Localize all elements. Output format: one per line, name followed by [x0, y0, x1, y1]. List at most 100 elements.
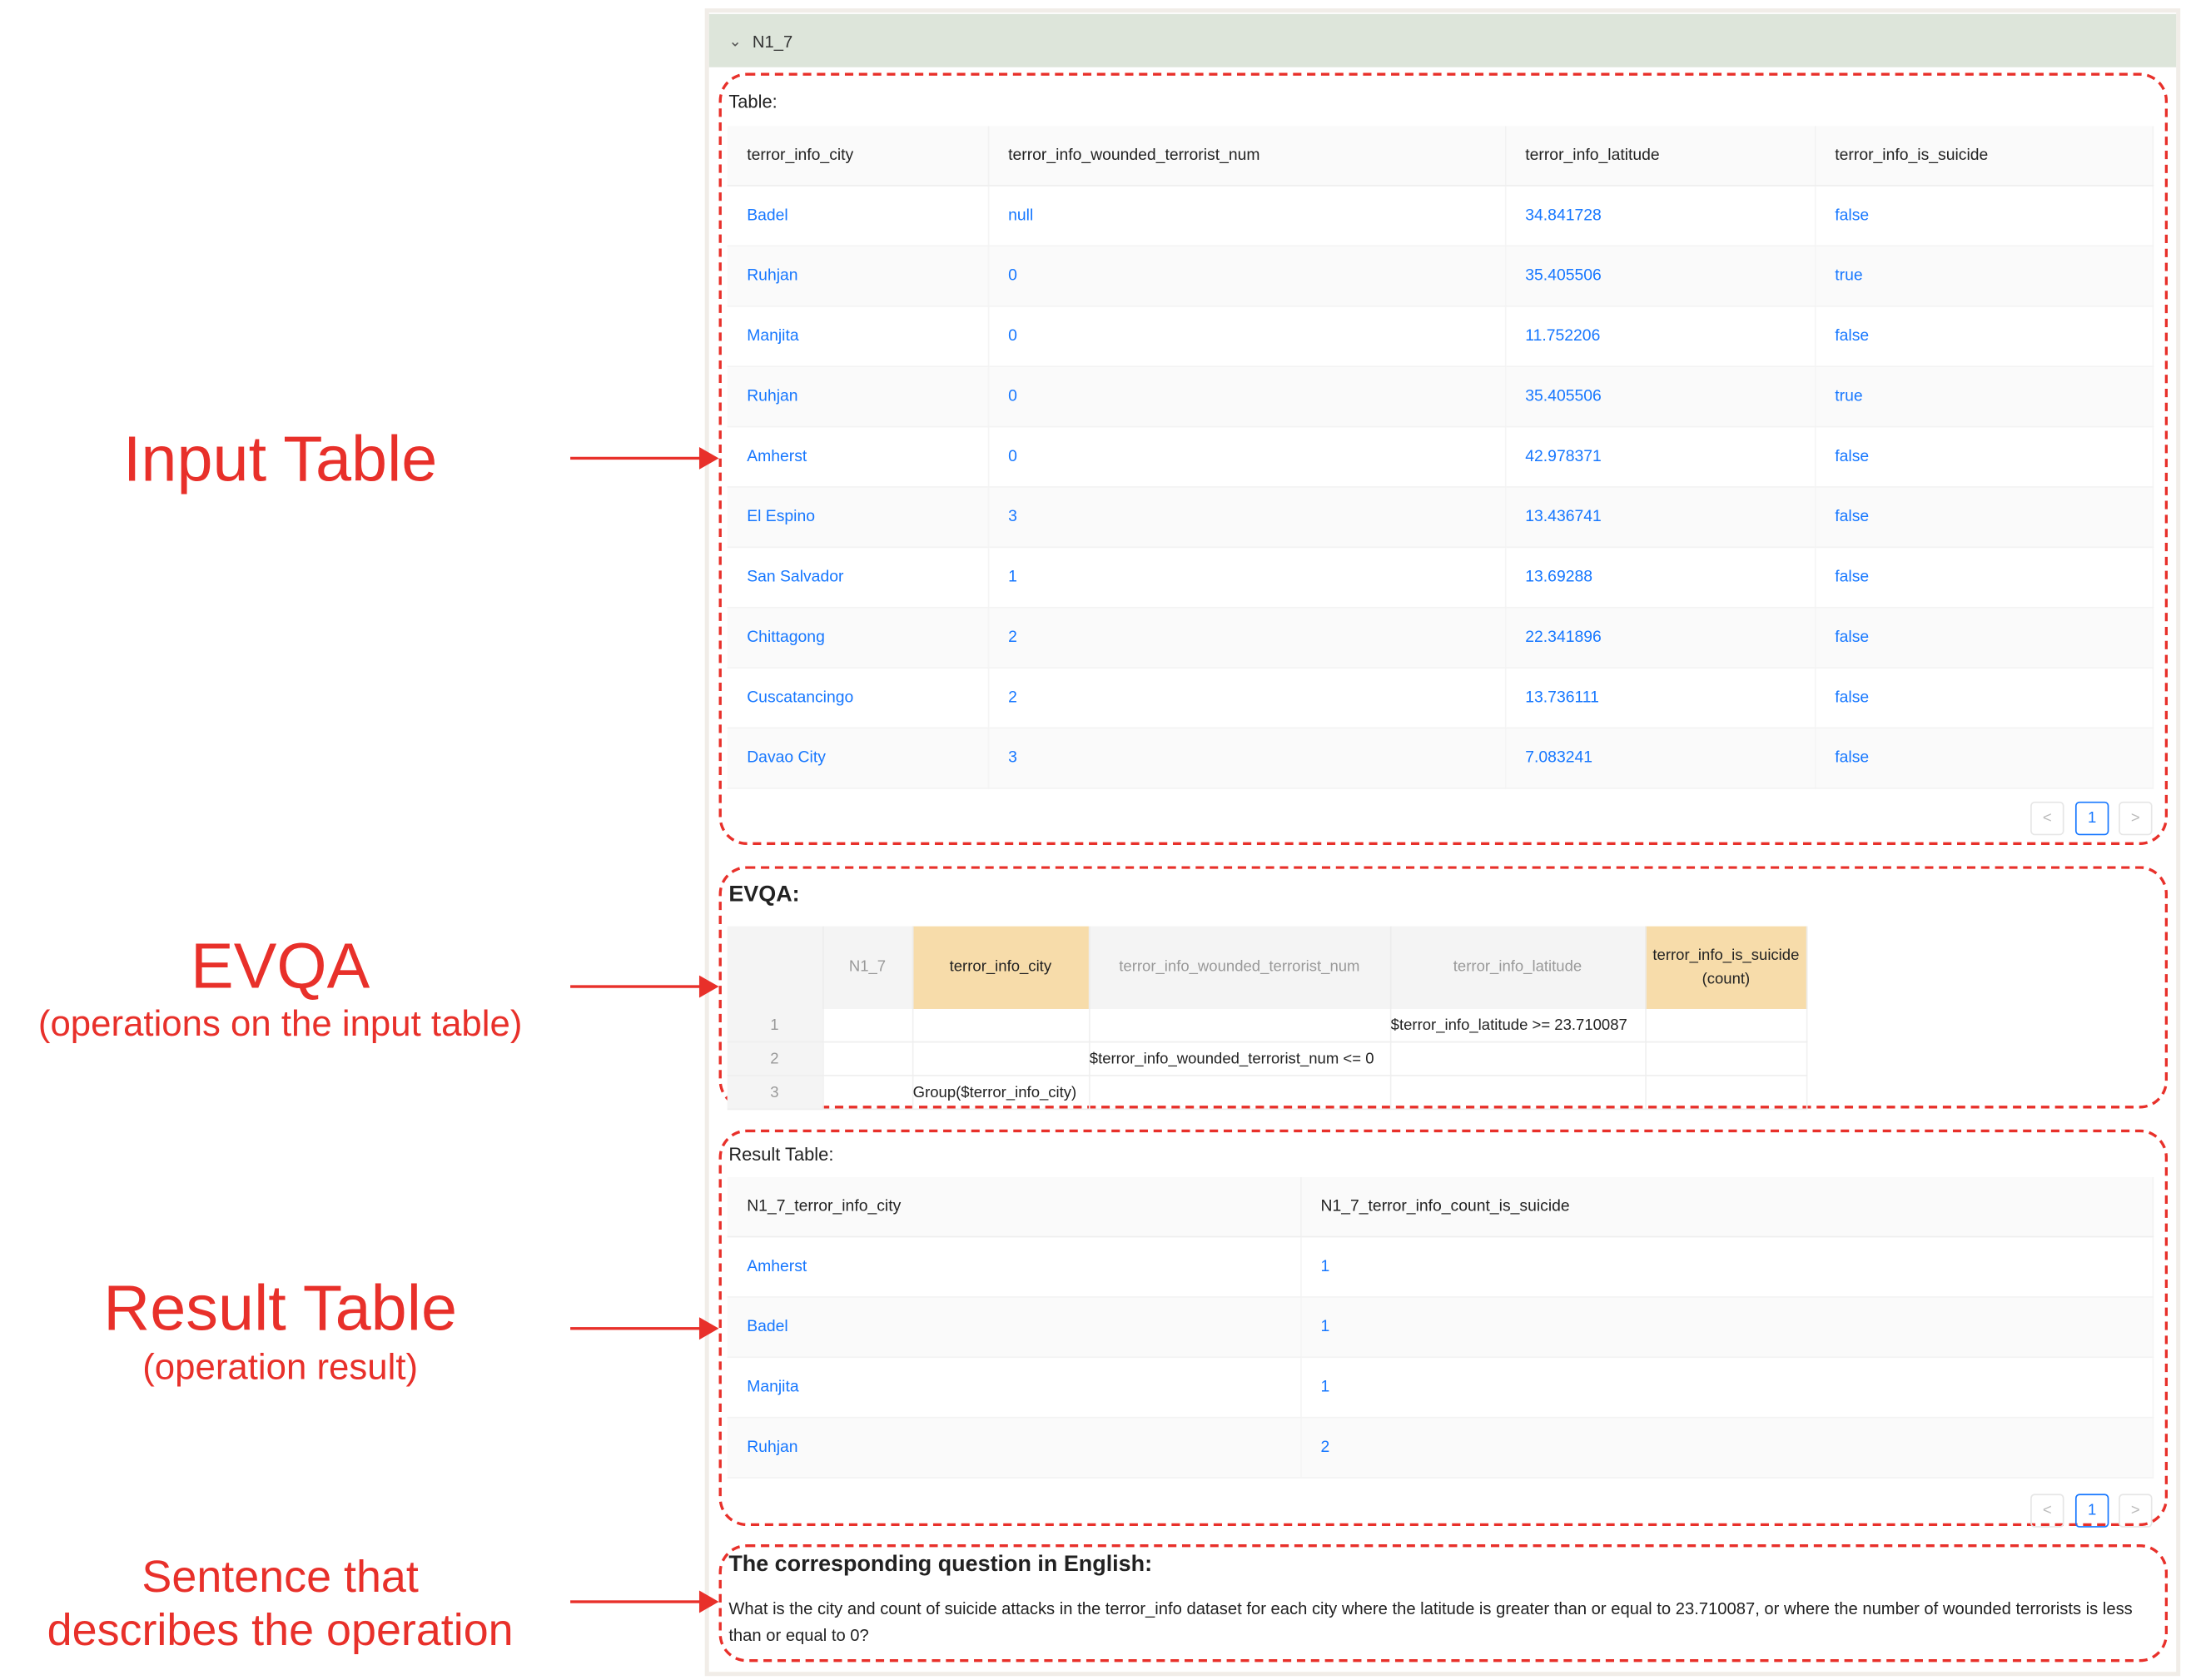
- annotation-input-table: Input Table: [122, 421, 438, 495]
- table-cell: Manjita: [727, 1357, 1301, 1419]
- table-row: 1 $terror_info_latitude >= 23.710087: [727, 1008, 1808, 1043]
- table-row: Davao City 3 7.083241 false: [727, 728, 2154, 789]
- table-cell: [1645, 1008, 1808, 1043]
- table-row: Ruhjan 0 35.405506 true: [727, 366, 2154, 428]
- table-cell: [822, 1008, 913, 1043]
- column-header: terror_info_latitude: [1389, 926, 1647, 1009]
- table-cell: 7.083241: [1504, 728, 1816, 789]
- table-row: 2 $terror_info_wounded_terrorist_num <= 0: [727, 1041, 1808, 1076]
- table-row: Manjita 1: [727, 1357, 2154, 1419]
- table-cell: [1389, 1075, 1647, 1111]
- annotation-sentence-2: describes the operation: [47, 1604, 514, 1655]
- result-table: N1_7_terror_info_city N1_7_terror_info_co…: [727, 1176, 2154, 1479]
- page-1-button[interactable]: 1: [2074, 801, 2109, 836]
- table-cell: Manjita: [727, 306, 989, 368]
- table-cell: false: [1814, 186, 2154, 247]
- table-cell: 0: [987, 306, 1506, 368]
- annotation-evqa-sub: (operations on the input table): [37, 1002, 523, 1045]
- table-cell: [1088, 1075, 1391, 1111]
- table-cell: 3: [727, 1075, 823, 1111]
- table-cell: [912, 1008, 1090, 1043]
- next-page-button[interactable]: >: [2119, 1494, 2153, 1528]
- result-table-label: Result Table:: [728, 1143, 834, 1165]
- input-table: terror_info_city terror_info_wounded_terr…: [727, 126, 2154, 789]
- table-cell: $terror_info_wounded_terrorist_num <= 0: [1088, 1041, 1391, 1076]
- prev-page-button[interactable]: <: [2030, 801, 2064, 836]
- question-label: The corresponding question in English:: [728, 1553, 1153, 1577]
- annotation-result-sub: (operation result): [142, 1344, 419, 1388]
- evqa-label: EVQA:: [728, 882, 800, 907]
- table-cell: 34.841728: [1504, 186, 1816, 247]
- table-cell: Chittagong: [727, 607, 989, 669]
- table-cell: 2: [987, 668, 1506, 729]
- table-cell: 11.752206: [1504, 306, 1816, 368]
- table-cell: 1: [727, 1008, 823, 1043]
- table-cell: 1: [1300, 1357, 2154, 1419]
- table-cell: 0: [987, 366, 1506, 428]
- table-cell: 13.69288: [1504, 547, 1816, 609]
- annotation-result-table: Result Table: [103, 1270, 458, 1344]
- table-cell: 22.341896: [1504, 607, 1816, 669]
- table-row: Ruhjan 0 35.405506 true: [727, 246, 2154, 307]
- table-row: San Salvador 1 13.69288 false: [727, 547, 2154, 609]
- table-row: Badel null 34.841728 false: [727, 186, 2154, 247]
- table-cell: Ruhjan: [727, 366, 989, 428]
- table-row: Ruhjan 2: [727, 1417, 2154, 1479]
- table-cell: 2: [987, 607, 1506, 669]
- prev-page-button[interactable]: <: [2030, 1494, 2064, 1528]
- page-1-button[interactable]: 1: [2074, 1494, 2109, 1528]
- table-row: El Espino 3 13.436741 false: [727, 486, 2154, 549]
- table-cell: [822, 1041, 913, 1076]
- table-row: Amherst 0 42.978371 false: [727, 426, 2154, 488]
- arrow-icon: [570, 975, 719, 998]
- next-page-button[interactable]: >: [2119, 801, 2153, 836]
- table-row: Cuscatancingo 2 13.736111 false: [727, 668, 2154, 729]
- table-row: Amherst 1: [727, 1236, 2154, 1298]
- panel-title: N1_7: [752, 32, 793, 52]
- table-cell: Amherst: [727, 426, 989, 488]
- table-cell: [1088, 1008, 1391, 1043]
- column-header: [727, 926, 823, 1009]
- annotation-sentence-1: Sentence that: [142, 1551, 419, 1603]
- table-cell: 0: [987, 426, 1506, 488]
- table-cell: false: [1814, 306, 2154, 368]
- table-cell: 13.736111: [1504, 668, 1816, 729]
- chevron-down-icon[interactable]: ⌄: [728, 32, 742, 50]
- table-cell: [1645, 1075, 1808, 1111]
- annotation-evqa: EVQA: [191, 929, 370, 1002]
- column-header: terror_info_wounded_terrorist_num: [987, 126, 1506, 186]
- input-table-label: Table:: [728, 91, 778, 112]
- table-cell: 42.978371: [1504, 426, 1816, 488]
- column-header: terror_info_wounded_terrorist_num: [1088, 926, 1391, 1009]
- table-cell: false: [1814, 547, 2154, 609]
- table-cell: 2: [727, 1041, 823, 1076]
- table-cell: false: [1814, 607, 2154, 669]
- arrow-icon: [570, 1590, 719, 1613]
- table-cell: false: [1814, 486, 2154, 549]
- column-header: terror_info_latitude: [1504, 126, 1816, 186]
- table-cell: Amherst: [727, 1236, 1301, 1298]
- table-cell: false: [1814, 668, 2154, 729]
- column-header: terror_info_city: [727, 126, 989, 186]
- table-cell: 1: [1300, 1296, 2154, 1359]
- panel-header[interactable]: ⌄ N1_7: [708, 13, 2177, 67]
- table-cell: [1645, 1041, 1808, 1076]
- table-cell: 2: [1300, 1417, 2154, 1479]
- table-cell: 3: [987, 728, 1506, 789]
- table-cell: Badel: [727, 186, 989, 247]
- evqa-table: N1_7 terror_info_city terror_info_wounded_…: [727, 926, 1808, 1111]
- column-header: N1_7: [822, 926, 913, 1009]
- table-cell: 0: [987, 246, 1506, 307]
- table-cell: $terror_info_latitude >= 23.710087: [1389, 1008, 1647, 1043]
- table-cell: Davao City: [727, 728, 989, 789]
- column-header: N1_7_terror_info_count_is_suicide: [1300, 1176, 2154, 1238]
- table-row: Manjita 0 11.752206 false: [727, 306, 2154, 368]
- table-cell: 1: [987, 547, 1506, 609]
- table-row: 3 Group($terror_info_city): [727, 1075, 1808, 1111]
- table-cell: San Salvador: [727, 547, 989, 609]
- table-row: Badel 1: [727, 1296, 2154, 1359]
- table-cell: 3: [987, 486, 1506, 549]
- table-cell: true: [1814, 246, 2154, 307]
- arrow-icon: [570, 1317, 719, 1340]
- table-cell: El Espino: [727, 486, 989, 549]
